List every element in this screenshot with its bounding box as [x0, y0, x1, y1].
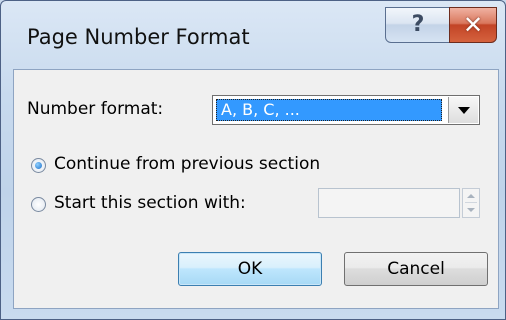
dialog-window: Page Number Format ? ✕ Number format: A,…	[0, 0, 506, 320]
start-with-radio[interactable]	[31, 197, 46, 212]
number-format-dropdown[interactable]: A, B, C, ...	[212, 95, 480, 125]
start-with-radio-label[interactable]: Start this section with:	[54, 193, 246, 213]
chevron-down-icon	[457, 106, 470, 114]
start-at-input[interactable]	[318, 188, 460, 218]
spin-down-button[interactable]	[465, 203, 477, 216]
dropdown-arrow-button[interactable]	[448, 97, 478, 123]
number-format-label: Number format:	[27, 99, 164, 119]
number-format-selected-value: A, B, C, ...	[216, 99, 442, 121]
continue-radio-label[interactable]: Continue from previous section	[54, 154, 320, 174]
cancel-button[interactable]: Cancel	[344, 252, 488, 286]
start-at-spinner[interactable]	[462, 188, 480, 218]
close-icon: ✕	[462, 11, 484, 39]
question-mark-icon: ?	[411, 12, 425, 37]
dialog-title: Page Number Format	[27, 25, 250, 49]
radio-selected-dot	[35, 162, 42, 169]
arrow-down-icon	[467, 207, 475, 212]
spin-up-button[interactable]	[465, 189, 477, 203]
ok-button[interactable]: OK	[178, 252, 322, 286]
help-button[interactable]: ?	[385, 7, 451, 43]
dialog-content: Number format: A, B, C, ... Continue fro…	[13, 69, 499, 309]
close-button[interactable]: ✕	[449, 7, 497, 43]
arrow-up-icon	[467, 193, 475, 198]
continue-radio[interactable]	[31, 158, 46, 173]
